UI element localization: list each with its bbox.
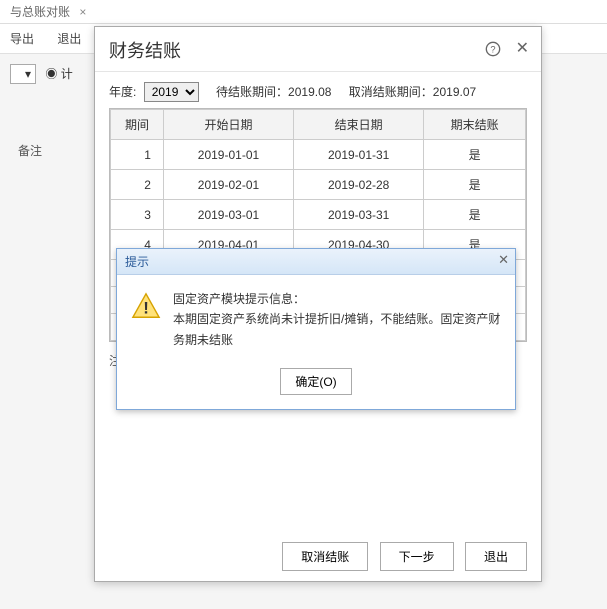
pending-value: 2019.08: [288, 85, 331, 99]
prompt-title-text: 提示: [125, 255, 149, 269]
cell-start: 2019-03-01: [163, 200, 293, 230]
bg-remark-label: 备注: [18, 142, 42, 159]
cancel-close-button[interactable]: 取消结账: [282, 542, 368, 571]
pending-label: 待结账期间：: [216, 85, 288, 99]
bg-radio-label: 计: [61, 67, 73, 81]
bg-tab-title[interactable]: 与总账对账: [10, 5, 70, 19]
prompt-dialog: 提示 ✕ ! 固定资产模块提示信息： 本期固定资产系统尚未计提折旧/摊销，不能结…: [116, 248, 516, 410]
cell-end: 2019-01-31: [294, 140, 424, 170]
export-button[interactable]: 导出: [10, 32, 34, 46]
bg-radio[interactable]: ◉ 计: [45, 67, 72, 81]
table-row[interactable]: 32019-03-012019-03-31是: [111, 200, 526, 230]
bg-tab-bar: 与总账对账 ×: [0, 0, 607, 24]
cancel-period-label: 取消结账期间：: [349, 85, 433, 99]
bg-dropdown[interactable]: ▾: [10, 64, 36, 84]
cell-period: 3: [111, 200, 164, 230]
table-header-row: 期间 开始日期 结束日期 期末结账: [111, 110, 526, 140]
close-icon[interactable]: ×: [79, 5, 86, 19]
cell-period: 1: [111, 140, 164, 170]
cell-closed: 是: [424, 170, 526, 200]
dialog-title-text: 财务结账: [109, 41, 181, 61]
dialog-title: 财务结账 ? ✕: [95, 27, 541, 72]
table-row[interactable]: 12019-01-012019-01-31是: [111, 140, 526, 170]
prompt-line2: 本期固定资产系统尚未计提折旧/摊销，不能结账。固定资产财务期未结账: [173, 309, 501, 350]
table-row[interactable]: 22019-02-012019-02-28是: [111, 170, 526, 200]
next-button[interactable]: 下一步: [380, 542, 454, 571]
close-icon[interactable]: ✕: [498, 252, 509, 268]
warning-icon: !: [131, 291, 161, 321]
exit-button[interactable]: 退出: [57, 32, 81, 46]
year-label: 年度:: [109, 85, 136, 99]
svg-text:!: !: [143, 299, 149, 318]
cell-end: 2019-03-31: [294, 200, 424, 230]
col-period: 期间: [111, 110, 164, 140]
dialog-button-bar: 取消结账 下一步 退出: [274, 542, 527, 571]
prompt-line1: 固定资产模块提示信息：: [173, 289, 501, 309]
prompt-title: 提示 ✕: [117, 249, 515, 275]
cancel-period-value: 2019.07: [433, 85, 476, 99]
prompt-message: 固定资产模块提示信息： 本期固定资产系统尚未计提折旧/摊销，不能结账。固定资产财…: [173, 289, 501, 350]
cell-start: 2019-01-01: [163, 140, 293, 170]
ok-button[interactable]: 确定(O): [280, 368, 351, 395]
cell-closed: 是: [424, 200, 526, 230]
close-icon[interactable]: ✕: [516, 40, 529, 57]
exit-button[interactable]: 退出: [465, 542, 527, 571]
help-icon[interactable]: ?: [485, 40, 505, 57]
params-row: 年度: 2019 待结账期间：2019.08 取消结账期间：2019.07: [95, 72, 541, 108]
col-closed: 期末结账: [424, 110, 526, 140]
cell-closed: 是: [424, 140, 526, 170]
col-start: 开始日期: [163, 110, 293, 140]
svg-text:?: ?: [491, 44, 496, 54]
year-select[interactable]: 2019: [144, 82, 199, 102]
cell-period: 2: [111, 170, 164, 200]
cell-end: 2019-02-28: [294, 170, 424, 200]
col-end: 结束日期: [294, 110, 424, 140]
cell-start: 2019-02-01: [163, 170, 293, 200]
